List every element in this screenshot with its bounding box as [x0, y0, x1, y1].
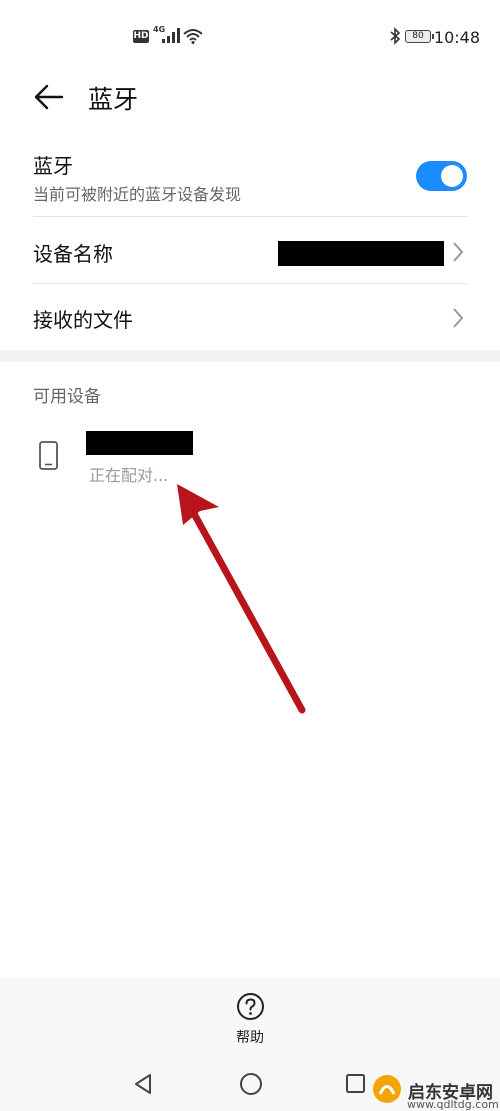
battery-indicator: 80	[405, 30, 434, 43]
section-separator	[0, 350, 500, 362]
nav-back-icon[interactable]	[132, 1073, 154, 1095]
pairing-status: 正在配对...	[89, 466, 169, 485]
device-name-redacted	[86, 431, 193, 455]
bluetooth-icon	[390, 27, 401, 45]
watermark-url: www.qdltdg.com	[407, 1098, 499, 1111]
available-device-item[interactable]	[0, 420, 500, 490]
bluetooth-toggle[interactable]	[416, 161, 467, 191]
phone-icon	[39, 441, 58, 470]
hd-badge: HD	[133, 30, 149, 43]
watermark-logo-icon	[373, 1075, 401, 1103]
back-arrow-icon[interactable]	[34, 84, 64, 110]
help-label[interactable]: 帮助	[0, 1027, 500, 1047]
chevron-right-icon	[453, 242, 464, 262]
help-icon[interactable]	[236, 992, 265, 1021]
nav-home-icon[interactable]	[239, 1072, 263, 1096]
chevron-right-icon	[453, 308, 464, 328]
signal-icon	[162, 28, 180, 43]
bluetooth-row-subtitle: 当前可被附近的蓝牙设备发现	[33, 185, 242, 204]
available-devices-header: 可用设备	[33, 387, 101, 407]
clock: 10:48	[433, 28, 480, 47]
device-name-label: 设备名称	[33, 242, 113, 266]
wifi-icon	[183, 29, 203, 44]
device-name-value-redacted	[278, 241, 444, 266]
received-files-label: 接收的文件	[33, 308, 133, 332]
nav-recents-icon[interactable]	[345, 1073, 367, 1095]
page-title: 蓝牙	[88, 85, 139, 114]
toggle-knob	[441, 165, 463, 187]
bluetooth-row-title: 蓝牙	[33, 154, 73, 178]
